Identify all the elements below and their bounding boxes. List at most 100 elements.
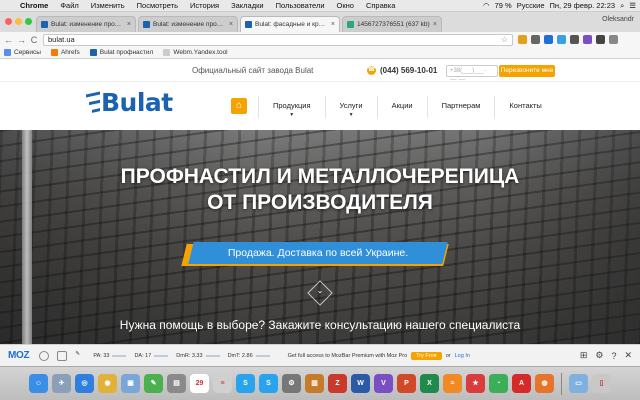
- dock-rss-icon[interactable]: ≈: [443, 374, 462, 393]
- tab-image[interactable]: 1456727376551 (637 kb) ×: [342, 16, 442, 32]
- nav-promotions[interactable]: Акции: [376, 96, 427, 118]
- tab-bulat-main[interactable]: Bulat: фасадные и кровельные ×: [240, 16, 340, 32]
- menu-help[interactable]: Справка: [360, 1, 401, 10]
- profile-name[interactable]: Oleksandr: [602, 16, 634, 23]
- consultation-text[interactable]: Нужна помощь в выборе? Закажите консульт…: [0, 318, 640, 332]
- tab-close-icon[interactable]: ×: [331, 21, 335, 28]
- notifications-icon[interactable]: ☰: [629, 1, 636, 10]
- battery-status[interactable]: 79 %: [495, 1, 512, 10]
- moz-layout-icon[interactable]: ⊞: [580, 350, 588, 361]
- bookmark-ahrefs[interactable]: Ahrefs: [50, 49, 80, 56]
- dock-separator: [561, 372, 562, 395]
- dock-maps-icon[interactable]: ◔: [489, 374, 508, 393]
- tab-bulat-edit-2[interactable]: Bulat: изменение продукта ×: [138, 16, 238, 32]
- menu-bookmarks[interactable]: Закладки: [225, 1, 269, 10]
- moz-right-controls: ⊞ ⚙ ? ✕: [580, 350, 640, 361]
- menu-file[interactable]: Файл: [54, 1, 84, 10]
- tab-bulat-edit-1[interactable]: Bulat: изменение продукта ×: [36, 16, 136, 32]
- input-language[interactable]: Русские: [517, 1, 545, 10]
- dock-firefox-icon[interactable]: ◍: [535, 374, 554, 393]
- moz-highlight-icon[interactable]: [57, 350, 68, 361]
- back-icon[interactable]: ←: [4, 35, 13, 45]
- bulat-logo[interactable]: Bulat: [86, 88, 173, 117]
- moz-logo[interactable]: MOZ: [8, 350, 30, 361]
- dock-finder-icon[interactable]: ☺: [29, 374, 48, 393]
- nav-contacts[interactable]: Контакты: [494, 96, 555, 118]
- extension-icon[interactable]: [518, 35, 527, 44]
- dock-wunderlist-icon[interactable]: ★: [466, 374, 485, 393]
- dock-photos-icon[interactable]: ▣: [121, 374, 140, 393]
- dock-system-prefs-icon[interactable]: ⚙: [282, 374, 301, 393]
- dock-excel-icon[interactable]: X: [420, 374, 439, 393]
- dock-powerpoint-icon[interactable]: P: [397, 374, 416, 393]
- search-icon[interactable]: ⌕: [620, 1, 624, 11]
- hero-title: ПРОФНАСТИЛ И МЕТАЛЛОЧЕРЕПИЦА ОТ ПРОИЗВОД…: [0, 164, 640, 216]
- close-window-icon[interactable]: [5, 18, 12, 25]
- camera-icon[interactable]: [531, 35, 540, 44]
- nav-products[interactable]: Продукция ▼: [258, 96, 325, 118]
- moz-settings-icon[interactable]: ⚙: [595, 350, 603, 361]
- tab-close-icon[interactable]: ×: [433, 21, 437, 28]
- screen: Chrome Файл Изменить Посмотреть История …: [0, 0, 640, 400]
- bookmark-services[interactable]: Сервисы: [4, 49, 41, 56]
- extension-icon[interactable]: [570, 35, 579, 44]
- nav-partners[interactable]: Партнерам: [426, 96, 495, 118]
- callback-phone-input[interactable]: +38(___)___-__-__: [446, 65, 498, 80]
- clock[interactable]: Пн, 29 февр. 22:23: [550, 1, 616, 10]
- menu-icon[interactable]: [609, 35, 618, 44]
- dock-notes-icon[interactable]: ▤: [167, 374, 186, 393]
- bookmark-webmaster[interactable]: Webm.Yandex.tool: [163, 49, 228, 56]
- moz-extension-icon[interactable]: [544, 35, 553, 44]
- nav-services[interactable]: Услуги ▼: [324, 96, 377, 118]
- bookmark-star-icon[interactable]: ☆: [501, 35, 508, 44]
- dock-word-icon[interactable]: W: [351, 374, 370, 393]
- dock-transmit-icon[interactable]: ▥: [305, 374, 324, 393]
- wifi-icon[interactable]: ◠: [483, 1, 490, 10]
- dock-downloads-icon[interactable]: ▭: [569, 374, 588, 393]
- menu-edit[interactable]: Изменить: [85, 1, 131, 10]
- dock-skype-icon[interactable]: S: [236, 374, 255, 393]
- menu-chrome[interactable]: Chrome: [14, 1, 54, 10]
- extension-icon[interactable]: [583, 35, 592, 44]
- dock-skype-2-icon[interactable]: S: [259, 374, 278, 393]
- favicon-icon: [245, 21, 252, 28]
- dock-launchpad-icon[interactable]: ✈: [52, 374, 71, 393]
- window-controls: [5, 18, 32, 25]
- home-icon[interactable]: ⌂: [231, 98, 247, 114]
- callback-button[interactable]: Перезвоните мне: [499, 65, 555, 77]
- extension-icon[interactable]: [557, 35, 566, 44]
- menu-window[interactable]: Окно: [331, 1, 360, 10]
- moz-edit-icon[interactable]: ✎: [75, 351, 85, 361]
- try-free-button[interactable]: Try Free: [411, 351, 442, 360]
- url-bar[interactable]: bulat.ua ☆: [43, 33, 513, 46]
- extension-icon[interactable]: [596, 35, 605, 44]
- url-text[interactable]: bulat.ua: [48, 35, 75, 44]
- reload-icon[interactable]: C: [30, 35, 38, 45]
- moz-help-icon[interactable]: ?: [611, 351, 616, 361]
- address-toolbar: ← → C bulat.ua ☆: [0, 32, 640, 47]
- tab-close-icon[interactable]: ×: [229, 21, 233, 28]
- moz-close-icon[interactable]: ✕: [624, 350, 632, 361]
- dock-filezilla-icon[interactable]: Z: [328, 374, 347, 393]
- phone-number[interactable]: (044) 569-10-01: [380, 66, 437, 75]
- dock-chrome-icon[interactable]: ◉: [98, 374, 117, 393]
- menu-users[interactable]: Пользователи: [270, 1, 331, 10]
- minimize-window-icon[interactable]: [15, 18, 22, 25]
- dock-calendar-icon[interactable]: 29: [190, 374, 209, 393]
- moz-search-icon[interactable]: [39, 350, 50, 361]
- tab-close-icon[interactable]: ×: [127, 21, 131, 28]
- metric-label: DmT: 2.86: [227, 352, 253, 359]
- zoom-window-icon[interactable]: [25, 18, 32, 25]
- main-nav: Продукция ▼ Услуги ▼ Акции Партнерам Конта…: [258, 96, 556, 118]
- dock-evernote-icon[interactable]: ✎: [144, 374, 163, 393]
- moz-login-link[interactable]: Log In: [455, 353, 470, 359]
- dock-acrobat-icon[interactable]: A: [512, 374, 531, 393]
- menu-view[interactable]: Посмотреть: [131, 1, 184, 10]
- forward-icon[interactable]: →: [17, 35, 26, 45]
- dock-trash-icon[interactable]: ▯: [592, 374, 611, 393]
- dock-reminders-icon[interactable]: ≡: [213, 374, 232, 393]
- bookmark-bulat[interactable]: Bulat профнастил: [89, 49, 153, 56]
- menu-history[interactable]: История: [184, 1, 225, 10]
- dock-viber-icon[interactable]: V: [374, 374, 393, 393]
- dock-safari-icon[interactable]: ◎: [75, 374, 94, 393]
